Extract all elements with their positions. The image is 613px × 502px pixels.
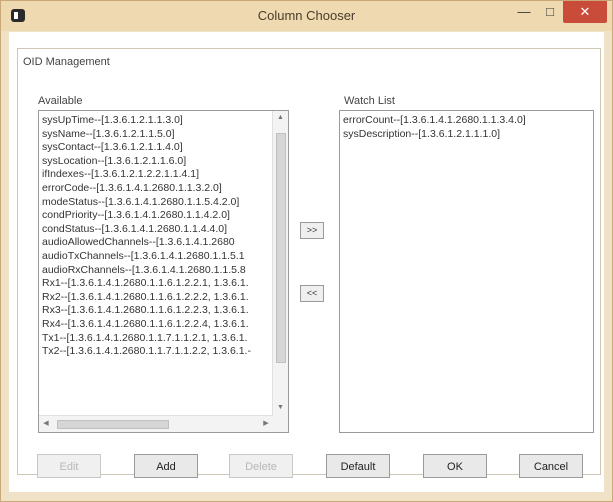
maximize-button[interactable]: □ [538, 1, 562, 23]
dialog-client-area: OID Management Available Watch List sysU… [9, 32, 604, 492]
list-item[interactable]: Rx1--[1.3.6.1.4.1.2680.1.1.6.1.2.2.1, 1.… [42, 277, 270, 291]
available-items: sysUpTime--[1.3.6.1.2.1.1.3.0] sysName--[… [42, 114, 270, 359]
list-item[interactable]: modeStatus--[1.3.6.1.4.1.2680.1.1.5.4.2.… [42, 196, 270, 210]
watch-list-label: Watch List [344, 95, 395, 107]
list-item[interactable]: sysContact--[1.3.6.1.2.1.1.4.0] [42, 141, 270, 155]
default-button[interactable]: Default [326, 454, 390, 478]
list-item[interactable]: condPriority--[1.3.6.1.4.1.2680.1.1.4.2.… [42, 209, 270, 223]
list-item[interactable]: Rx3--[1.3.6.1.4.1.2680.1.1.6.1.2.2.3, 1.… [42, 304, 270, 318]
available-label: Available [38, 95, 83, 107]
list-item[interactable]: audioTxChannels--[1.3.6.1.4.1.2680.1.1.5… [42, 250, 270, 264]
group-label: OID Management [21, 56, 112, 68]
list-item[interactable]: errorCount--[1.3.6.1.4.1.2680.1.1.3.4.0] [343, 114, 589, 128]
minimize-button[interactable]: — [512, 1, 536, 23]
list-item[interactable]: condStatus--[1.3.6.1.4.1.2680.1.1.4.4.0] [42, 223, 270, 237]
column-chooser-window: Column Chooser — □ ✕ OID Management Avai… [0, 0, 613, 502]
arrow-right-icon[interactable]: ▶ [259, 416, 273, 432]
close-button[interactable]: ✕ [563, 1, 607, 23]
move-to-available-button[interactable]: << [300, 285, 324, 302]
vertical-scroll-thumb[interactable] [276, 133, 286, 363]
arrow-left-icon[interactable]: ◀ [39, 416, 53, 432]
list-item[interactable]: sysName--[1.3.6.1.2.1.1.5.0] [42, 128, 270, 142]
move-to-watch-button[interactable]: >> [300, 222, 324, 239]
arrow-down-icon[interactable]: ▼ [273, 401, 288, 415]
watch-listbox[interactable]: errorCount--[1.3.6.1.4.1.2680.1.1.3.4.0]… [339, 110, 594, 433]
add-button[interactable]: Add [134, 454, 198, 478]
available-vertical-scrollbar[interactable]: ▲ ▼ [272, 111, 288, 415]
list-item[interactable]: ifIndexes--[1.3.6.1.2.1.2.2.1.1.4.1] [42, 168, 270, 182]
list-item[interactable]: Rx4--[1.3.6.1.4.1.2680.1.1.6.1.2.2.4, 1.… [42, 318, 270, 332]
list-item[interactable]: Tx1--[1.3.6.1.4.1.2680.1.1.7.1.1.2.1, 1.… [42, 332, 270, 346]
available-listbox[interactable]: sysUpTime--[1.3.6.1.2.1.1.3.0] sysName--[… [38, 110, 289, 433]
cancel-button[interactable]: Cancel [519, 454, 583, 478]
delete-button[interactable]: Delete [229, 454, 293, 478]
scrollbar-corner [273, 415, 288, 432]
title-bar[interactable]: Column Chooser — □ ✕ [1, 1, 612, 31]
list-item[interactable]: sysUpTime--[1.3.6.1.2.1.1.3.0] [42, 114, 270, 128]
watch-items: errorCount--[1.3.6.1.4.1.2680.1.1.3.4.0]… [343, 114, 589, 141]
list-item[interactable]: sysDescription--[1.3.6.1.2.1.1.1.0] [343, 128, 589, 142]
ok-button[interactable]: OK [423, 454, 487, 478]
list-item[interactable]: Tx2--[1.3.6.1.4.1.2680.1.1.7.1.1.2.2, 1.… [42, 345, 270, 359]
list-item[interactable]: sysLocation--[1.3.6.1.2.1.1.6.0] [42, 155, 270, 169]
list-item[interactable]: audioRxChannels--[1.3.6.1.4.1.2680.1.1.5… [42, 264, 270, 278]
list-item[interactable]: errorCode--[1.3.6.1.4.1.2680.1.1.3.2.0] [42, 182, 270, 196]
available-horizontal-scrollbar[interactable]: ◀ ▶ [39, 415, 273, 432]
list-item[interactable]: audioAllowedChannels--[1.3.6.1.4.1.2680 [42, 236, 270, 250]
list-item[interactable]: Rx2--[1.3.6.1.4.1.2680.1.1.6.1.2.2.2, 1.… [42, 291, 270, 305]
horizontal-scroll-thumb[interactable] [57, 420, 169, 429]
arrow-up-icon[interactable]: ▲ [273, 111, 288, 125]
edit-button[interactable]: Edit [37, 454, 101, 478]
